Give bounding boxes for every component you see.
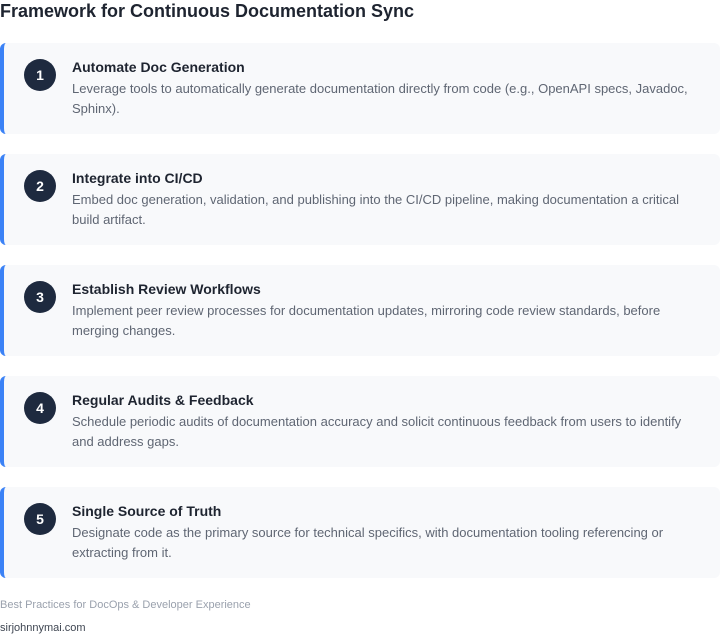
step-card: 1 Automate Doc Generation Leverage tools… [0, 43, 720, 134]
step-number-badge: 4 [24, 392, 56, 424]
footer-site: sirjohnnymai.com [0, 622, 86, 634]
step-card: 3 Establish Review Workflows Implement p… [0, 265, 720, 356]
step-title: Integrate into CI/CD [72, 170, 203, 186]
step-description: Designate code as the primary source for… [72, 525, 664, 560]
step-title: Automate Doc Generation [72, 59, 245, 75]
step-title: Single Source of Truth [72, 503, 222, 519]
step-title: Regular Audits & Feedback [72, 392, 254, 408]
step-number-badge: 5 [24, 503, 56, 535]
step-number-badge: 3 [24, 281, 56, 313]
step-description: Embed doc generation, validation, and pu… [72, 192, 680, 227]
step-title: Establish Review Workflows [72, 281, 261, 297]
steps-list: 1 Automate Doc Generation Leverage tools… [0, 43, 720, 598]
step-description: Leverage tools to automatically generate… [72, 81, 688, 116]
step-description: Schedule periodic audits of documentatio… [72, 414, 682, 449]
footer-caption: Best Practices for DocOps & Developer Ex… [0, 599, 251, 611]
page-title: Framework for Continuous Documentation S… [0, 1, 415, 21]
step-number-badge: 1 [24, 59, 56, 91]
step-number-badge: 2 [24, 170, 56, 202]
step-description: Implement peer review processes for docu… [72, 303, 661, 338]
step-card: 4 Regular Audits & Feedback Schedule per… [0, 376, 720, 467]
step-card: 5 Single Source of Truth Designate code … [0, 487, 720, 578]
step-card: 2 Integrate into CI/CD Embed doc generat… [0, 154, 720, 245]
